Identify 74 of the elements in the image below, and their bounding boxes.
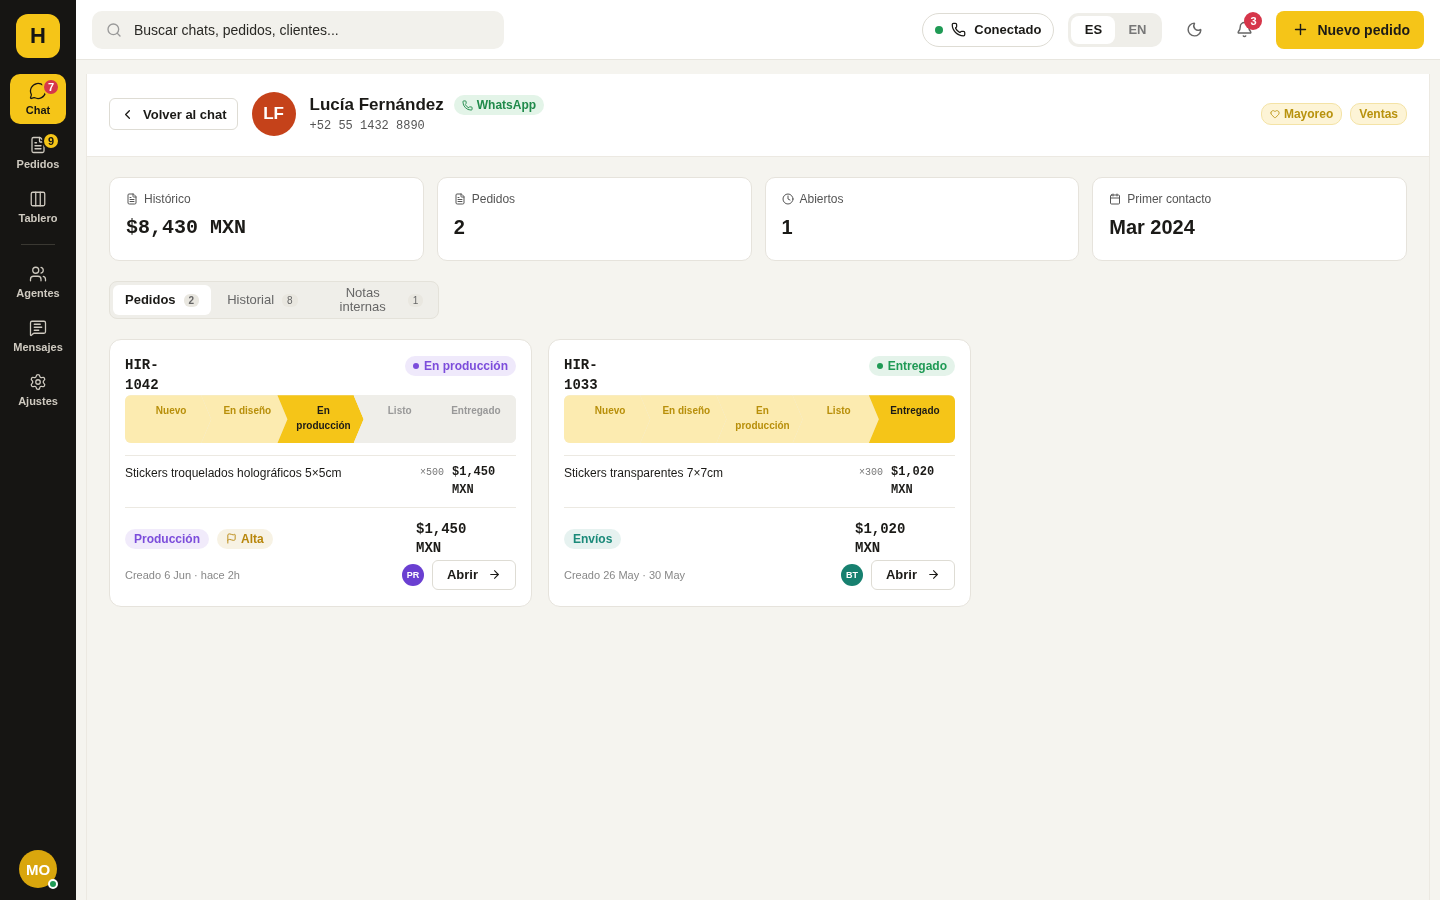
agent-avatar: BT: [840, 563, 863, 586]
bell-icon: [1235, 21, 1253, 38]
sidebar-item[interactable]: Tablero: [10, 182, 66, 232]
customer-avatar: LF: [251, 92, 296, 136]
columns-icon: [29, 190, 47, 208]
created-date: Creado 6 Jun · hace 2h: [125, 568, 240, 581]
document-icon: [29, 136, 47, 154]
agent-avatar: PR: [401, 563, 424, 586]
stat-label: Histórico: [144, 192, 191, 206]
stat-value: Mar 2024: [1109, 216, 1196, 239]
pipeline-stage: Entregado: [868, 395, 955, 444]
order-total: $1,450 MXN: [416, 519, 468, 558]
phone-number: +52 55 1432 8890: [309, 119, 426, 133]
calendar-icon: [1109, 193, 1122, 205]
status-badge: Entregado: [868, 356, 955, 376]
search-input[interactable]: Buscar chats, pedidos, clientes...: [132, 20, 490, 39]
count-badge: 3: [1244, 11, 1263, 30]
new-order-button[interactable]: Nuevo pedido: [1276, 10, 1424, 49]
stat-value: 1: [781, 216, 794, 239]
item-quantity: ×300: [859, 466, 883, 479]
open-button[interactable]: Abrir: [870, 559, 955, 590]
tab[interactable]: Notas internas 1: [313, 285, 436, 315]
message-icon: [29, 319, 47, 337]
search-icon: [106, 21, 122, 38]
arrow-right-icon: [488, 568, 501, 582]
order-code: HIR-1042: [125, 356, 160, 395]
channel-badge: WhatsApp: [453, 95, 545, 115]
item-price: $1,450 MXN: [452, 464, 497, 499]
phone-icon: [951, 22, 967, 37]
count-badge: 9: [42, 132, 60, 150]
language-option[interactable]: ES: [1071, 15, 1116, 44]
stat-label: Abiertos: [799, 192, 844, 206]
flag-icon: [226, 533, 237, 545]
status-badge: En producción: [405, 356, 516, 376]
sidebar-item[interactable]: Pedidos 9: [10, 128, 66, 178]
customer-tag: Ventas: [1350, 103, 1407, 125]
settings-icon: [29, 373, 47, 391]
sidebar-item[interactable]: Ajustes: [10, 365, 66, 415]
clock-icon: [781, 193, 794, 205]
open-button[interactable]: Abrir: [431, 559, 516, 590]
created-date: Creado 26 May · 30 May: [564, 568, 686, 581]
order-tag: Alta: [217, 528, 273, 549]
heart-icon: [1269, 109, 1280, 119]
language-option[interactable]: EN: [1115, 15, 1160, 44]
tab[interactable]: Pedidos 2: [113, 285, 212, 315]
arrow-right-icon: [927, 568, 940, 582]
back-button[interactable]: Volver al chat: [109, 98, 238, 130]
item-name: Stickers troquelados holográficos 5×5cm: [125, 465, 343, 481]
document-icon: [453, 193, 466, 205]
item-price: $1,020 MXN: [891, 464, 936, 499]
document-icon: [126, 193, 138, 205]
item-name: Stickers transparentes 7×7cm: [564, 465, 725, 481]
notifications-button[interactable]: 3: [1226, 11, 1263, 48]
people-icon: [29, 265, 47, 283]
phone-icon: [461, 99, 473, 111]
stat-value: $8,430 MXN: [126, 216, 248, 239]
sidebar-item[interactable]: Mensajes: [10, 311, 66, 361]
order-code: HIR-1033: [564, 356, 599, 395]
customer-tag: Mayoreo: [1260, 103, 1343, 125]
count-badge: 7: [42, 78, 60, 96]
moon-icon: [1185, 21, 1203, 38]
item-quantity: ×500: [420, 466, 444, 479]
sidebar-item[interactable]: Chat 7: [10, 74, 66, 124]
sidebar-item[interactable]: Agentes: [10, 257, 66, 307]
order-tag: Producción: [125, 528, 209, 549]
customer-name: Lucía Fernández: [309, 95, 444, 115]
stat-label: Primer contacto: [1127, 192, 1212, 206]
tab[interactable]: Historial 8: [215, 285, 310, 315]
logo: H: [16, 14, 60, 58]
order-tag: Envíos: [564, 528, 622, 549]
order-total: $1,020 MXN: [855, 519, 907, 558]
stat-label: Pedidos: [471, 192, 516, 206]
search-field[interactable]: Buscar chats, pedidos, clientes...: [92, 10, 504, 49]
stat-value: 2: [453, 216, 466, 239]
